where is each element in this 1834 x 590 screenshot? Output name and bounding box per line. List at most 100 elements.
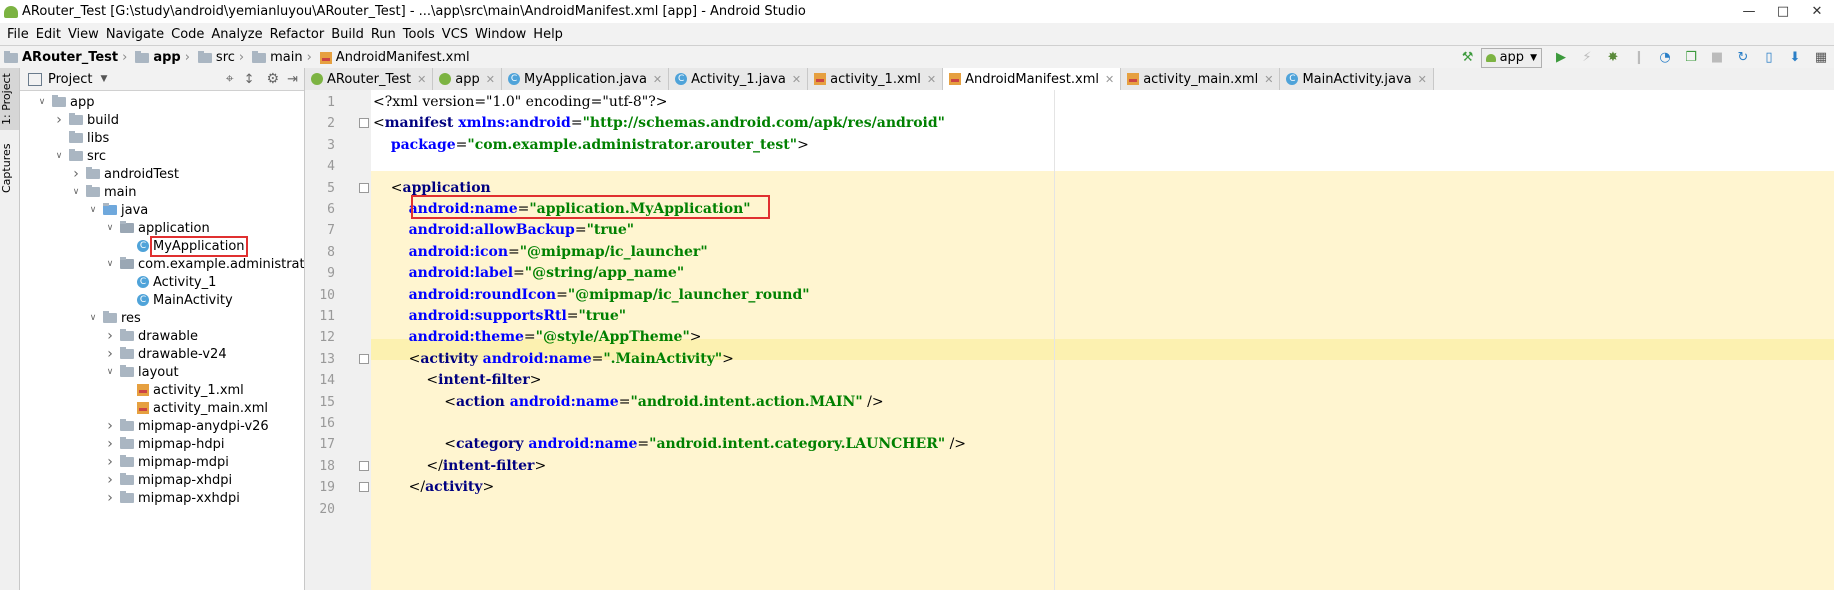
project-structure-icon[interactable]: ▦ bbox=[1812, 50, 1830, 66]
tab-activity-1-xml[interactable]: activity_1.xml ✕ bbox=[808, 68, 944, 90]
tab-project[interactable]: 1: Project bbox=[0, 68, 19, 130]
run-configuration-select[interactable]: app ▼ bbox=[1480, 47, 1542, 68]
chevron-down-icon[interactable]: ∨ bbox=[104, 223, 116, 233]
run-icon[interactable]: ▶ bbox=[1552, 50, 1570, 66]
tree-item[interactable]: ∨ layout bbox=[104, 363, 179, 381]
close-tab-icon[interactable]: ✕ bbox=[1264, 73, 1273, 86]
close-tab-icon[interactable]: ✕ bbox=[927, 73, 936, 86]
tab-androidmanifest-xml[interactable]: AndroidManifest.xml ✕ bbox=[943, 68, 1122, 90]
menu-item-navigate[interactable]: Navigate bbox=[106, 27, 164, 42]
tab-activity-main-xml[interactable]: activity_main.xml ✕ bbox=[1121, 68, 1281, 90]
tree-item[interactable]: › drawable bbox=[104, 327, 198, 345]
debug-icon[interactable]: ✸ bbox=[1604, 50, 1622, 66]
tree-item[interactable]: ∨ java bbox=[87, 201, 149, 219]
chevron-down-icon[interactable]: ∨ bbox=[104, 259, 116, 269]
tree-item[interactable]: ∨ com.example.administrator.arouter_test bbox=[104, 255, 304, 273]
chevron-down-icon[interactable]: ∨ bbox=[70, 187, 82, 197]
code-editor[interactable]: <?xml version="1.0" encoding="utf-8"?> <m… bbox=[371, 90, 1834, 590]
sdk-manager-icon[interactable]: ⬇ bbox=[1786, 50, 1804, 66]
breadcrumb-item[interactable]: main › bbox=[252, 50, 316, 65]
chevron-down-icon[interactable]: ∨ bbox=[36, 97, 48, 107]
minimize-button[interactable]: — bbox=[1732, 0, 1766, 23]
tab-captures[interactable]: Captures bbox=[0, 136, 19, 200]
tree-item[interactable]: ∨ res bbox=[87, 309, 141, 327]
chevron-down-icon[interactable]: ▼ bbox=[100, 74, 107, 84]
menu-item-help[interactable]: Help bbox=[533, 27, 563, 42]
chevron-down-icon[interactable]: ∨ bbox=[104, 367, 116, 377]
hide-panel-icon[interactable]: ⇥ bbox=[287, 72, 298, 87]
tab-myapplication-java[interactable]: C MyApplication.java ✕ bbox=[502, 68, 670, 90]
fold-marker-icon[interactable] bbox=[359, 182, 369, 193]
project-view-select[interactable]: Project bbox=[48, 72, 92, 87]
chevron-right-icon[interactable]: › bbox=[53, 112, 65, 128]
chevron-right-icon[interactable]: › bbox=[104, 436, 116, 452]
gear-icon[interactable]: ⚙ bbox=[267, 71, 280, 87]
maximize-button[interactable]: □ bbox=[1766, 0, 1800, 23]
fold-marker-icon[interactable] bbox=[359, 460, 369, 471]
tree-item[interactable]: activity_1.xml bbox=[121, 381, 244, 399]
tree-item[interactable]: activity_main.xml bbox=[121, 399, 268, 417]
menu-item-refactor[interactable]: Refactor bbox=[270, 27, 325, 42]
close-tab-icon[interactable]: ✕ bbox=[486, 73, 495, 86]
tree-item[interactable]: › mipmap-xhdpi bbox=[104, 471, 232, 489]
fold-marker-icon[interactable] bbox=[359, 118, 369, 129]
apply-changes-icon[interactable]: ⚡ bbox=[1578, 50, 1596, 66]
chevron-down-icon[interactable]: ∨ bbox=[87, 205, 99, 215]
menu-item-view[interactable]: View bbox=[68, 27, 99, 42]
chevron-right-icon[interactable]: › bbox=[104, 418, 116, 434]
tree-item[interactable]: › drawable-v24 bbox=[104, 345, 226, 363]
chevron-right-icon[interactable]: › bbox=[104, 472, 116, 488]
menu-item-file[interactable]: File bbox=[7, 27, 29, 42]
breadcrumb-item[interactable]: src › bbox=[197, 50, 248, 65]
scroll-from-source-icon[interactable]: ⌖ bbox=[226, 71, 234, 87]
tree-item[interactable]: › mipmap-xxhdpi bbox=[104, 489, 240, 507]
breadcrumb-item[interactable]: ARouter_Test › bbox=[4, 50, 131, 65]
tab-mainactivity-java[interactable]: C MainActivity.java ✕ bbox=[1280, 68, 1434, 90]
close-button[interactable]: ✕ bbox=[1800, 0, 1834, 23]
tree-item[interactable]: libs bbox=[53, 129, 109, 147]
chevron-down-icon[interactable]: ∨ bbox=[53, 151, 65, 161]
tab-app[interactable]: app ✕ bbox=[433, 68, 502, 90]
close-tab-icon[interactable]: ✕ bbox=[417, 73, 426, 86]
close-tab-icon[interactable]: ✕ bbox=[792, 73, 801, 86]
tree-item[interactable]: C MyApplication bbox=[121, 235, 248, 257]
collapse-all-icon[interactable]: ↕ bbox=[244, 72, 255, 87]
breadcrumb-item[interactable]: AndroidManifest.xml bbox=[319, 50, 470, 65]
avd-manager-icon[interactable]: ▯ bbox=[1760, 50, 1778, 66]
chevron-right-icon[interactable]: › bbox=[104, 346, 116, 362]
sync-project-icon[interactable]: ↻ bbox=[1734, 50, 1752, 66]
profiler-icon[interactable]: ◔ bbox=[1656, 50, 1674, 66]
tree-item[interactable]: ∨ app bbox=[36, 93, 95, 111]
fold-marker-icon[interactable] bbox=[359, 482, 369, 493]
menu-item-vcs[interactable]: VCS bbox=[442, 27, 468, 42]
fold-marker-icon[interactable] bbox=[359, 353, 369, 364]
chevron-right-icon[interactable]: › bbox=[104, 328, 116, 344]
tree-item[interactable]: › mipmap-anydpi-v26 bbox=[104, 417, 269, 435]
breadcrumb-item[interactable]: app › bbox=[135, 50, 194, 65]
menu-item-build[interactable]: Build bbox=[331, 27, 364, 42]
tree-item[interactable]: ∨ main bbox=[70, 183, 137, 201]
tree-item[interactable]: › build bbox=[53, 111, 119, 129]
stop-icon[interactable]: ■ bbox=[1708, 50, 1726, 66]
tab-activity-1-java[interactable]: C Activity_1.java ✕ bbox=[669, 68, 809, 90]
profile-icon[interactable]: ❙ bbox=[1630, 50, 1648, 66]
tree-item[interactable]: ∨ application bbox=[104, 219, 210, 237]
chevron-down-icon[interactable]: ∨ bbox=[87, 313, 99, 323]
tree-item[interactable]: C Activity_1 bbox=[121, 273, 216, 291]
make-project-icon[interactable]: ⚒ bbox=[1459, 50, 1477, 66]
tree-item[interactable]: ∨ src bbox=[53, 147, 106, 165]
tree-item[interactable]: › androidTest bbox=[70, 165, 179, 183]
tree-item[interactable]: › mipmap-hdpi bbox=[104, 435, 224, 453]
menu-item-analyze[interactable]: Analyze bbox=[211, 27, 262, 42]
tree-item[interactable]: C MainActivity bbox=[121, 291, 233, 309]
attach-debugger-icon[interactable]: ❐ bbox=[1682, 50, 1700, 66]
close-tab-icon[interactable]: ✕ bbox=[1418, 73, 1427, 86]
chevron-right-icon[interactable]: › bbox=[70, 166, 82, 182]
close-tab-icon[interactable]: ✕ bbox=[653, 73, 662, 86]
chevron-right-icon[interactable]: › bbox=[104, 454, 116, 470]
menu-item-run[interactable]: Run bbox=[371, 27, 396, 42]
close-tab-icon[interactable]: ✕ bbox=[1105, 73, 1114, 86]
tab-arouter-test[interactable]: ARouter_Test ✕ bbox=[305, 68, 434, 90]
menu-item-edit[interactable]: Edit bbox=[36, 27, 61, 42]
chevron-right-icon[interactable]: › bbox=[104, 490, 116, 506]
